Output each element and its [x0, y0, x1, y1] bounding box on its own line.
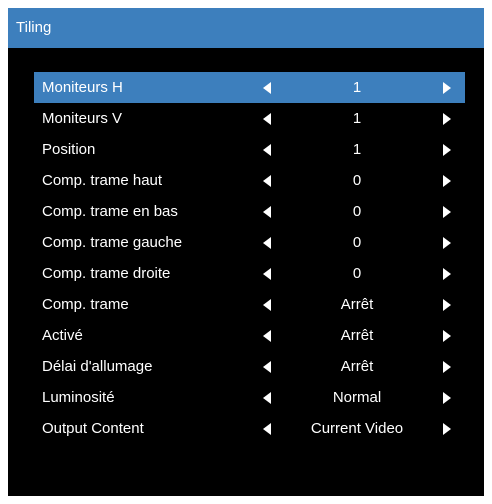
menu-item-value: 1 [352, 110, 362, 127]
menu-item-moniteurs-h[interactable]: Moniteurs H 1 [34, 72, 465, 103]
menu-item-delai-allumage[interactable]: Délai d'allumage Arrêt [34, 351, 465, 382]
menu-item-value: 1 [352, 141, 362, 158]
increase-arrow-icon[interactable] [440, 103, 454, 134]
menu-item-active[interactable]: Activé Arrêt [34, 320, 465, 351]
menu-item-label: Délai d'allumage [42, 358, 153, 375]
menu-item-luminosite[interactable]: Luminosité Normal [34, 382, 465, 413]
tiling-menu: Moniteurs H 1 Moniteurs V 1 Position 1 C… [34, 72, 465, 444]
menu-item-label: Activé [42, 327, 83, 344]
menu-item-label: Comp. trame [42, 296, 129, 313]
decrease-arrow-icon[interactable] [260, 103, 274, 134]
window-title: Tiling [8, 8, 484, 48]
menu-item-label: Comp. trame haut [42, 172, 163, 189]
increase-arrow-icon[interactable] [440, 134, 454, 165]
menu-item-value: Arrêt [340, 358, 374, 375]
decrease-arrow-icon[interactable] [260, 165, 274, 196]
menu-item-comp-trame-droite[interactable]: Comp. trame droite 0 [34, 258, 465, 289]
increase-arrow-icon[interactable] [440, 165, 454, 196]
menu-item-moniteurs-v[interactable]: Moniteurs V 1 [34, 103, 465, 134]
decrease-arrow-icon[interactable] [260, 289, 274, 320]
menu-item-label: Moniteurs H [42, 79, 123, 96]
increase-arrow-icon[interactable] [440, 413, 454, 444]
osd-window: Tiling Moniteurs H 1 Moniteurs V 1 Posit… [8, 8, 484, 496]
decrease-arrow-icon[interactable] [260, 227, 274, 258]
menu-item-label: Output Content [42, 420, 144, 437]
menu-item-value: 1 [352, 79, 362, 96]
menu-item-value: 0 [352, 234, 362, 251]
menu-item-comp-trame-haut[interactable]: Comp. trame haut 0 [34, 165, 465, 196]
increase-arrow-icon[interactable] [440, 258, 454, 289]
decrease-arrow-icon[interactable] [260, 320, 274, 351]
decrease-arrow-icon[interactable] [260, 413, 274, 444]
decrease-arrow-icon[interactable] [260, 72, 274, 103]
menu-item-label: Luminosité [42, 389, 115, 406]
menu-item-label: Moniteurs V [42, 110, 123, 127]
menu-item-value: Arrêt [340, 296, 374, 313]
increase-arrow-icon[interactable] [440, 289, 454, 320]
menu-item-label: Comp. trame droite [42, 265, 171, 282]
menu-item-comp-trame-en-bas[interactable]: Comp. trame en bas 0 [34, 196, 465, 227]
menu-item-value: Current Video [310, 420, 404, 437]
menu-item-comp-trame[interactable]: Comp. trame Arrêt [34, 289, 465, 320]
menu-item-value: Normal [332, 389, 382, 406]
menu-item-value: 0 [352, 265, 362, 282]
menu-item-value: Arrêt [340, 327, 374, 344]
increase-arrow-icon[interactable] [440, 351, 454, 382]
menu-item-label: Comp. trame en bas [42, 203, 178, 220]
increase-arrow-icon[interactable] [440, 196, 454, 227]
menu-item-label: Comp. trame gauche [42, 234, 183, 251]
increase-arrow-icon[interactable] [440, 382, 454, 413]
increase-arrow-icon[interactable] [440, 72, 454, 103]
menu-item-label: Position [42, 141, 96, 158]
increase-arrow-icon[interactable] [440, 227, 454, 258]
menu-item-value: 0 [352, 172, 362, 189]
increase-arrow-icon[interactable] [440, 320, 454, 351]
menu-item-comp-trame-gauche[interactable]: Comp. trame gauche 0 [34, 227, 465, 258]
menu-item-output-content[interactable]: Output Content Current Video [34, 413, 465, 444]
decrease-arrow-icon[interactable] [260, 134, 274, 165]
decrease-arrow-icon[interactable] [260, 258, 274, 289]
decrease-arrow-icon[interactable] [260, 382, 274, 413]
menu-item-position[interactable]: Position 1 [34, 134, 465, 165]
decrease-arrow-icon[interactable] [260, 351, 274, 382]
menu-item-value: 0 [352, 203, 362, 220]
decrease-arrow-icon[interactable] [260, 196, 274, 227]
